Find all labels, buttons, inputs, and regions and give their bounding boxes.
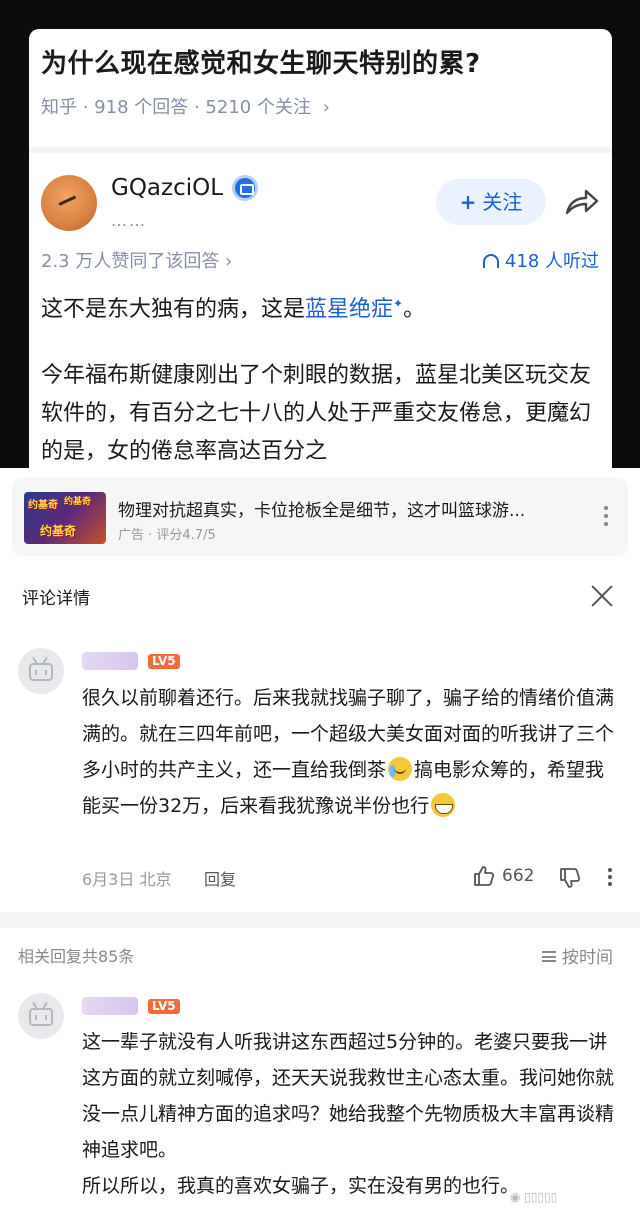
sort-toggle[interactable]: 按时间 xyxy=(542,943,613,968)
answer-paragraph-2: 今年福布斯健康刚出了个刺眼的数据，蓝星北美区玩交友软件的，有百分之七十八的人处于… xyxy=(41,363,592,464)
reply-name-redacted[interactable] xyxy=(82,997,138,1015)
source-label: 知乎 xyxy=(41,97,77,118)
sort-label: 按时间 xyxy=(562,948,613,968)
ad-banner[interactable]: 约基奇 约基奇 约基奇 物理对抗超真实，卡位抢板全是细节，这才叫篮球游... 广… xyxy=(12,478,628,556)
zhihu-screenshot: 为什么现在感觉和女生聊天特别的累? 知乎 · 918 个回答 · 5210 个关… xyxy=(0,0,640,468)
close-icon[interactable] xyxy=(590,584,614,608)
watermark: ◉ ▯▯▯▯▯ xyxy=(510,1190,558,1204)
question-meta[interactable]: 知乎 · 918 个回答 · 5210 个关注 › xyxy=(41,93,330,119)
commenter-avatar[interactable] xyxy=(18,648,64,694)
reply-comment-text: 这一辈子就没有人听我讲这东西超过5分钟的。老婆只要我一讲这方面的就立刻喊停，还天… xyxy=(82,1024,622,1204)
headphones-icon xyxy=(482,254,499,268)
author-avatar[interactable] xyxy=(41,175,97,231)
comment-date: 6月3日 xyxy=(82,870,135,889)
commenter-name-redacted[interactable] xyxy=(82,652,138,670)
level-badge: LV5 xyxy=(148,654,180,669)
ad-image-text-1: 约基奇 xyxy=(28,500,58,511)
comment-detail-title: 评论详情 xyxy=(22,589,90,609)
reply-level-badge: LV5 xyxy=(148,999,180,1014)
follower-count: 5210 个关注 xyxy=(205,97,311,118)
answer-count: 918 个回答 xyxy=(94,97,189,118)
chevron-right-icon: › xyxy=(322,97,330,118)
ad-image-text-2: 约基奇 xyxy=(64,497,92,507)
ad-title: 物理对抗超真实，卡位抢板全是细节，这才叫篮球游... xyxy=(118,501,526,521)
author-name[interactable]: GQazciOL xyxy=(111,175,223,201)
ad-thumbnail: 约基奇 约基奇 约基奇 xyxy=(24,492,106,544)
listen-count[interactable]: 418 人听过 xyxy=(482,247,599,273)
comment-meta: 6月3日 北京 xyxy=(82,866,171,890)
p1-end: 。 xyxy=(403,297,426,322)
zhihu-answer-card: 为什么现在感觉和女生聊天特别的累? 知乎 · 918 个回答 · 5210 个关… xyxy=(29,29,612,468)
bird-icon xyxy=(58,195,78,209)
reply-avatar[interactable] xyxy=(18,993,64,1039)
comment-more-icon[interactable] xyxy=(608,868,612,889)
sort-icon xyxy=(542,951,556,962)
follow-button[interactable]: + 关注 xyxy=(436,179,546,225)
plus-icon: + xyxy=(459,190,477,214)
author-bio: …… xyxy=(111,211,147,230)
approval-count[interactable]: 2.3 万人赞同了该回答 › xyxy=(41,247,232,273)
grin-emoji-icon xyxy=(431,793,456,817)
listen-text: 418 人听过 xyxy=(504,251,599,272)
verified-badge-icon xyxy=(232,175,258,201)
sparkle-icon: ✦ xyxy=(393,296,404,311)
related-replies-count: 相关回复共85条 xyxy=(18,947,135,966)
p1-text: 这不是东大独有的病，这是 xyxy=(41,297,306,322)
reply-text-2: 所以所以，我真的喜欢女骗子，实在没有男的也行。 xyxy=(82,1175,520,1197)
reply-button[interactable]: 回复 xyxy=(204,866,236,890)
question-title[interactable]: 为什么现在感觉和女生聊天特别的累? xyxy=(41,43,481,80)
divider xyxy=(29,147,612,153)
reply-text-1: 这一辈子就没有人听我讲这东西超过5分钟的。老婆只要我一讲这方面的就立刻喊停，还天… xyxy=(82,1031,615,1161)
approval-text: 2.3 万人赞同了该回答 xyxy=(41,251,220,272)
crying-laugh-emoji-icon xyxy=(388,757,413,781)
like-icon[interactable] xyxy=(472,864,496,888)
ad-image-text-3: 约基奇 xyxy=(40,524,77,538)
follow-label: 关注 xyxy=(482,190,523,214)
answer-paragraph-1: 这不是东大独有的病，这是蓝星绝症✦。 xyxy=(41,291,425,323)
section-separator xyxy=(0,912,640,928)
share-icon[interactable] xyxy=(564,187,600,219)
dislike-icon[interactable] xyxy=(558,866,582,890)
ad-rating: 广告 · 评分4.7/5 xyxy=(118,528,216,543)
like-count: 662 xyxy=(502,866,535,886)
p1-link[interactable]: 蓝星绝症 xyxy=(305,297,393,322)
more-icon[interactable] xyxy=(604,506,608,528)
main-comment-text: 很久以前聊着还行。后来我就找骗子聊了，骗子给的情绪价值满满的。就在三四年前吧，一… xyxy=(82,680,622,824)
comment-location: 北京 xyxy=(139,870,172,889)
